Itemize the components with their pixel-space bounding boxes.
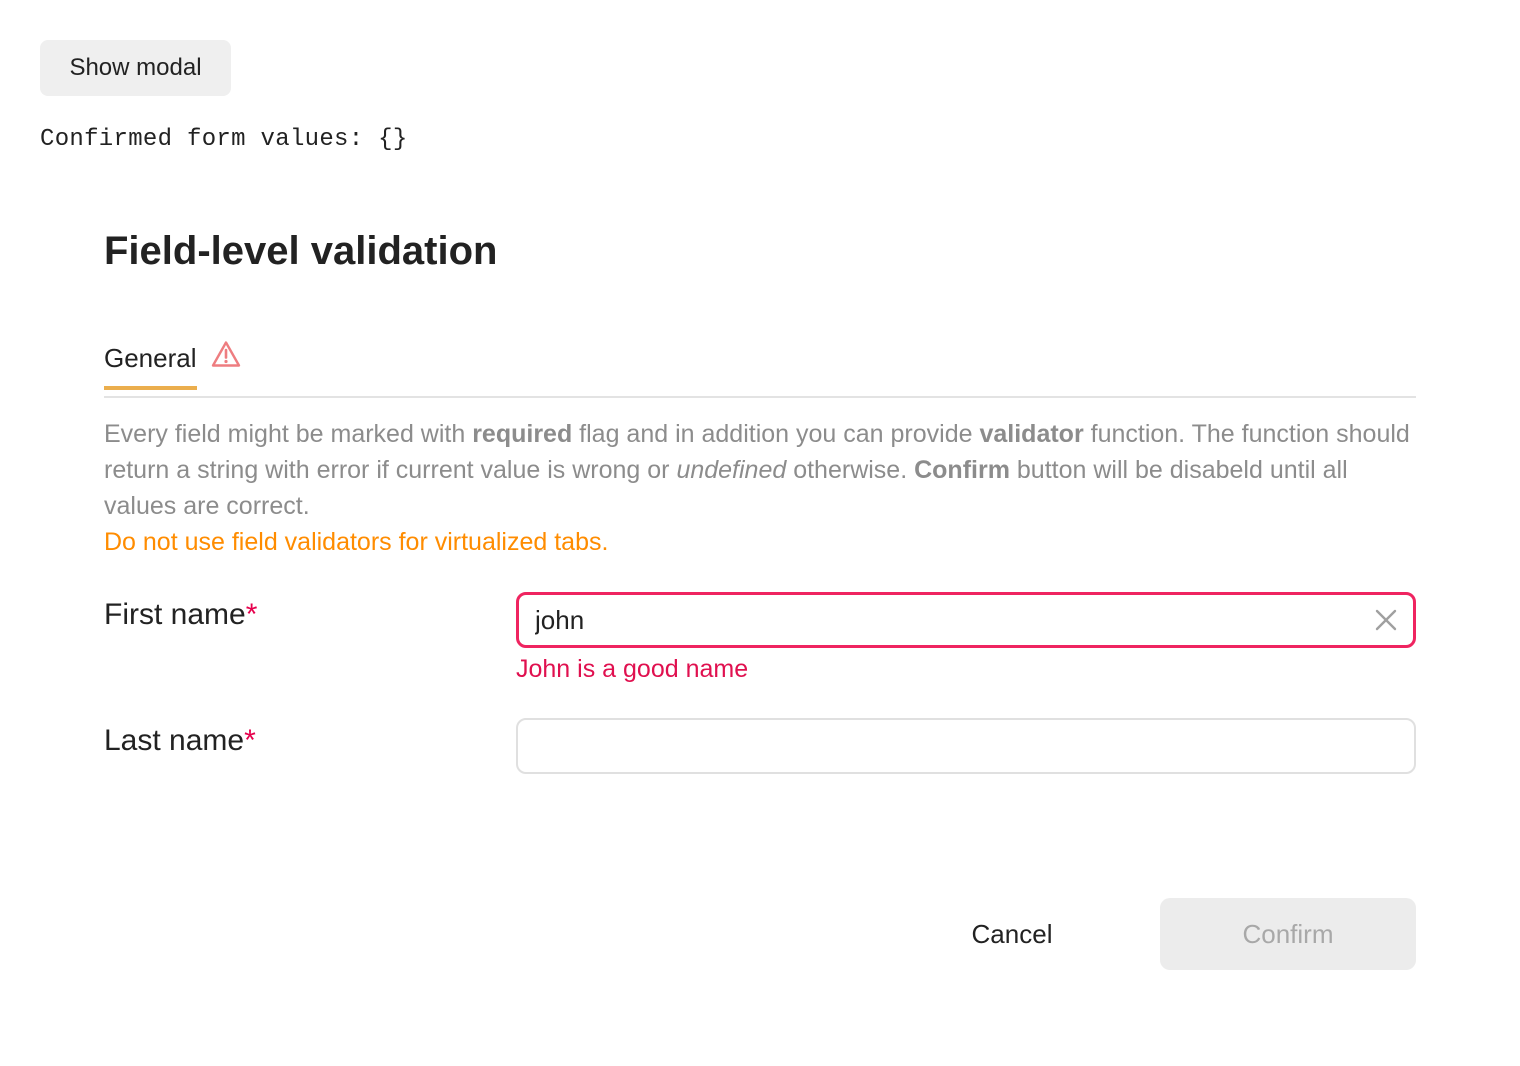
virtualized-tabs-warning: Do not use field validators for virtuali… xyxy=(104,528,609,556)
confirm-button[interactable]: Confirm xyxy=(1160,898,1416,970)
first-name-label: First name* xyxy=(104,598,257,632)
last-name-label-text: Last name xyxy=(104,724,245,757)
last-name-input[interactable] xyxy=(534,720,1354,772)
last-name-input-wrapper xyxy=(516,718,1416,774)
tab-general[interactable]: General xyxy=(104,332,241,394)
warning-triangle-icon xyxy=(211,341,240,367)
description-italic-undefined: undefined xyxy=(676,456,787,484)
cancel-button[interactable]: Cancel xyxy=(924,898,1100,970)
close-icon[interactable] xyxy=(1373,607,1399,633)
required-mark: * xyxy=(245,598,258,631)
show-modal-button[interactable]: Show modal xyxy=(40,40,231,96)
first-name-error: John is a good name xyxy=(516,655,749,683)
description-bold-validator: validator xyxy=(979,420,1084,448)
description-text: Every field might be marked with require… xyxy=(104,416,1416,560)
description-bold-required: required xyxy=(472,420,573,448)
modal-dialog: Field-level validation General Every fie… xyxy=(104,200,1416,1000)
first-name-label-text: First name xyxy=(104,598,246,631)
description-part: flag and in addition you can provide xyxy=(572,420,980,448)
first-name-input-wrapper xyxy=(516,592,1416,648)
tab-general-label: General xyxy=(104,332,197,390)
last-name-label: Last name* xyxy=(104,724,256,758)
description-part: Every field might be marked with xyxy=(104,420,473,448)
tab-bar: General xyxy=(104,332,1416,398)
description-part: otherwise. xyxy=(786,456,915,484)
description-bold-confirm: Confirm xyxy=(914,456,1010,484)
confirmed-form-values: Confirmed form values: {} xyxy=(40,126,408,153)
modal-title: Field-level validation xyxy=(104,229,498,273)
first-name-input[interactable] xyxy=(535,595,1355,645)
required-mark: * xyxy=(244,724,256,757)
